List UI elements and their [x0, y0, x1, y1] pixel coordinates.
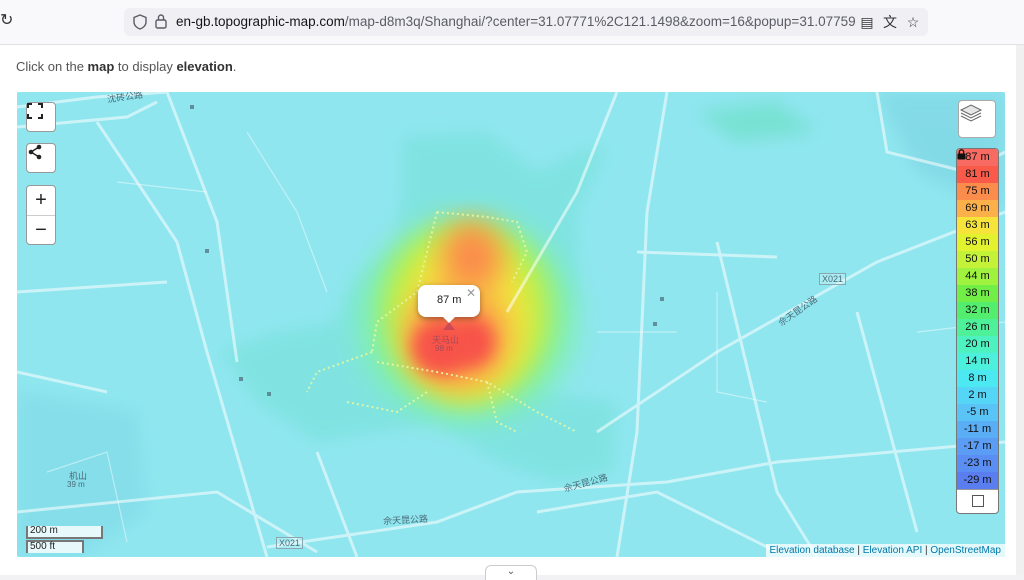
page-content: Click on the map to display elevation. 沈… — [0, 45, 1016, 580]
fullscreen-icon — [27, 103, 43, 119]
legend-item: 2 m — [957, 387, 998, 404]
legend-item: 8 m — [957, 370, 998, 387]
url-text[interactable]: en-gb.topographic-map.com/map-d8m3q/Shan… — [176, 14, 856, 29]
attribution-openstreetmap-link[interactable]: OpenStreetMap — [930, 545, 1001, 556]
map-canvas[interactable] — [17, 92, 1005, 557]
collapse-tab-button[interactable]: ⌄ — [485, 565, 537, 580]
attribution-elevation-database-link[interactable]: Elevation database — [770, 545, 855, 556]
legend-item: 63 m — [957, 217, 998, 234]
lock-scale-checkbox[interactable] — [971, 494, 984, 507]
popup-tip — [441, 315, 457, 323]
elevation-popup: 87 m ✕ — [418, 285, 480, 323]
legend-item: 26 m — [957, 319, 998, 336]
instruction-map-word: map — [87, 59, 115, 74]
browser-toolbar: ↻ en-gb.topographic-map.com/map-d8m3q/Sh… — [0, 0, 1024, 45]
share-button[interactable] — [26, 143, 56, 173]
road-shield-x021-east: X021 — [819, 273, 847, 285]
url-bar[interactable]: en-gb.topographic-map.com/map-d8m3q/Shan… — [124, 8, 928, 36]
scale-bar: 200 m 500 ft — [26, 526, 103, 553]
reader-view-icon[interactable]: ▤ — [858, 13, 876, 31]
translate-icon[interactable]: 文 — [881, 13, 899, 31]
legend-item: 69 m — [957, 200, 998, 217]
legend-item: -29 m — [957, 472, 998, 489]
chevron-down-icon: ⌄ — [506, 566, 516, 577]
zoom-in-button[interactable]: + — [27, 186, 55, 215]
legend-item: 81 m — [957, 166, 998, 183]
scrollbar[interactable] — [1016, 45, 1024, 575]
legend-item: 38 m — [957, 285, 998, 302]
legend-item: 14 m — [957, 353, 998, 370]
fullscreen-button[interactable] — [26, 102, 56, 132]
instruction-text: Click on the map to display elevation. — [16, 59, 236, 74]
road-shield-x021-south: X021 — [276, 537, 304, 549]
layers-button[interactable] — [958, 100, 996, 138]
scale-metric: 200 m — [26, 526, 103, 539]
scale-imperial: 500 ft — [26, 540, 84, 553]
lock-icon — [957, 149, 966, 160]
legend-item: -23 m — [957, 455, 998, 472]
zoom-out-button[interactable]: − — [27, 215, 55, 245]
legend-item: 75 m — [957, 183, 998, 200]
bookmark-star-icon[interactable]: ☆ — [904, 13, 922, 31]
legend-item: -5 m — [957, 404, 998, 421]
road-label-south: 佘天昆公路 — [382, 513, 429, 527]
legend-item: -11 m — [957, 421, 998, 438]
share-icon — [28, 144, 42, 160]
elevation-map[interactable]: 沈砖公路 佘天昆公路 佘天昆公路 佘天昆公路 X021 X021 天马山 98 … — [17, 92, 1005, 557]
legend-item: -17 m — [957, 438, 998, 455]
legend-item: 20 m — [957, 336, 998, 353]
url-path: /map-d8m3q/Shanghai/?center=31.07771%2C1… — [344, 14, 856, 29]
map-attribution: Elevation database | Elevation API | Ope… — [765, 544, 1005, 557]
legend-item: 56 m — [957, 234, 998, 251]
attribution-elevation-api-link[interactable]: Elevation API — [863, 545, 922, 556]
layers-icon — [959, 104, 983, 122]
hill-elevation-label: 39 m — [67, 480, 85, 489]
legend-item: 32 m — [957, 302, 998, 319]
legend-lock-row — [957, 149, 998, 511]
reload-icon[interactable]: ↻ — [0, 12, 18, 30]
shield-icon[interactable] — [132, 14, 148, 30]
legend-items: 87 m 81 m 75 m 69 m 63 m 56 m 50 m 44 m 38 m 32 m… — [957, 149, 998, 489]
zoom-control: + − — [26, 185, 56, 245]
url-domain: en-gb.topographic-map.com — [176, 14, 345, 29]
legend-item: 44 m — [957, 268, 998, 285]
popup-elevation-value: 87 m — [437, 294, 462, 306]
instruction-pre: Click on the — [16, 59, 88, 74]
instruction-mid: to display — [114, 59, 177, 74]
attribution-separator-1: | — [854, 545, 863, 556]
elevation-legend: 87 m 81 m 75 m 69 m 63 m 56 m 50 m 44 m 38 m 32 m… — [956, 148, 999, 514]
peak-elevation-label: 98 m — [435, 344, 453, 353]
lock-icon[interactable] — [154, 13, 168, 29]
popup-close-button[interactable]: ✕ — [466, 286, 476, 300]
legend-item: 50 m — [957, 251, 998, 268]
instruction-elevation-word: elevation — [176, 59, 233, 74]
instruction-end: . — [232, 59, 237, 74]
